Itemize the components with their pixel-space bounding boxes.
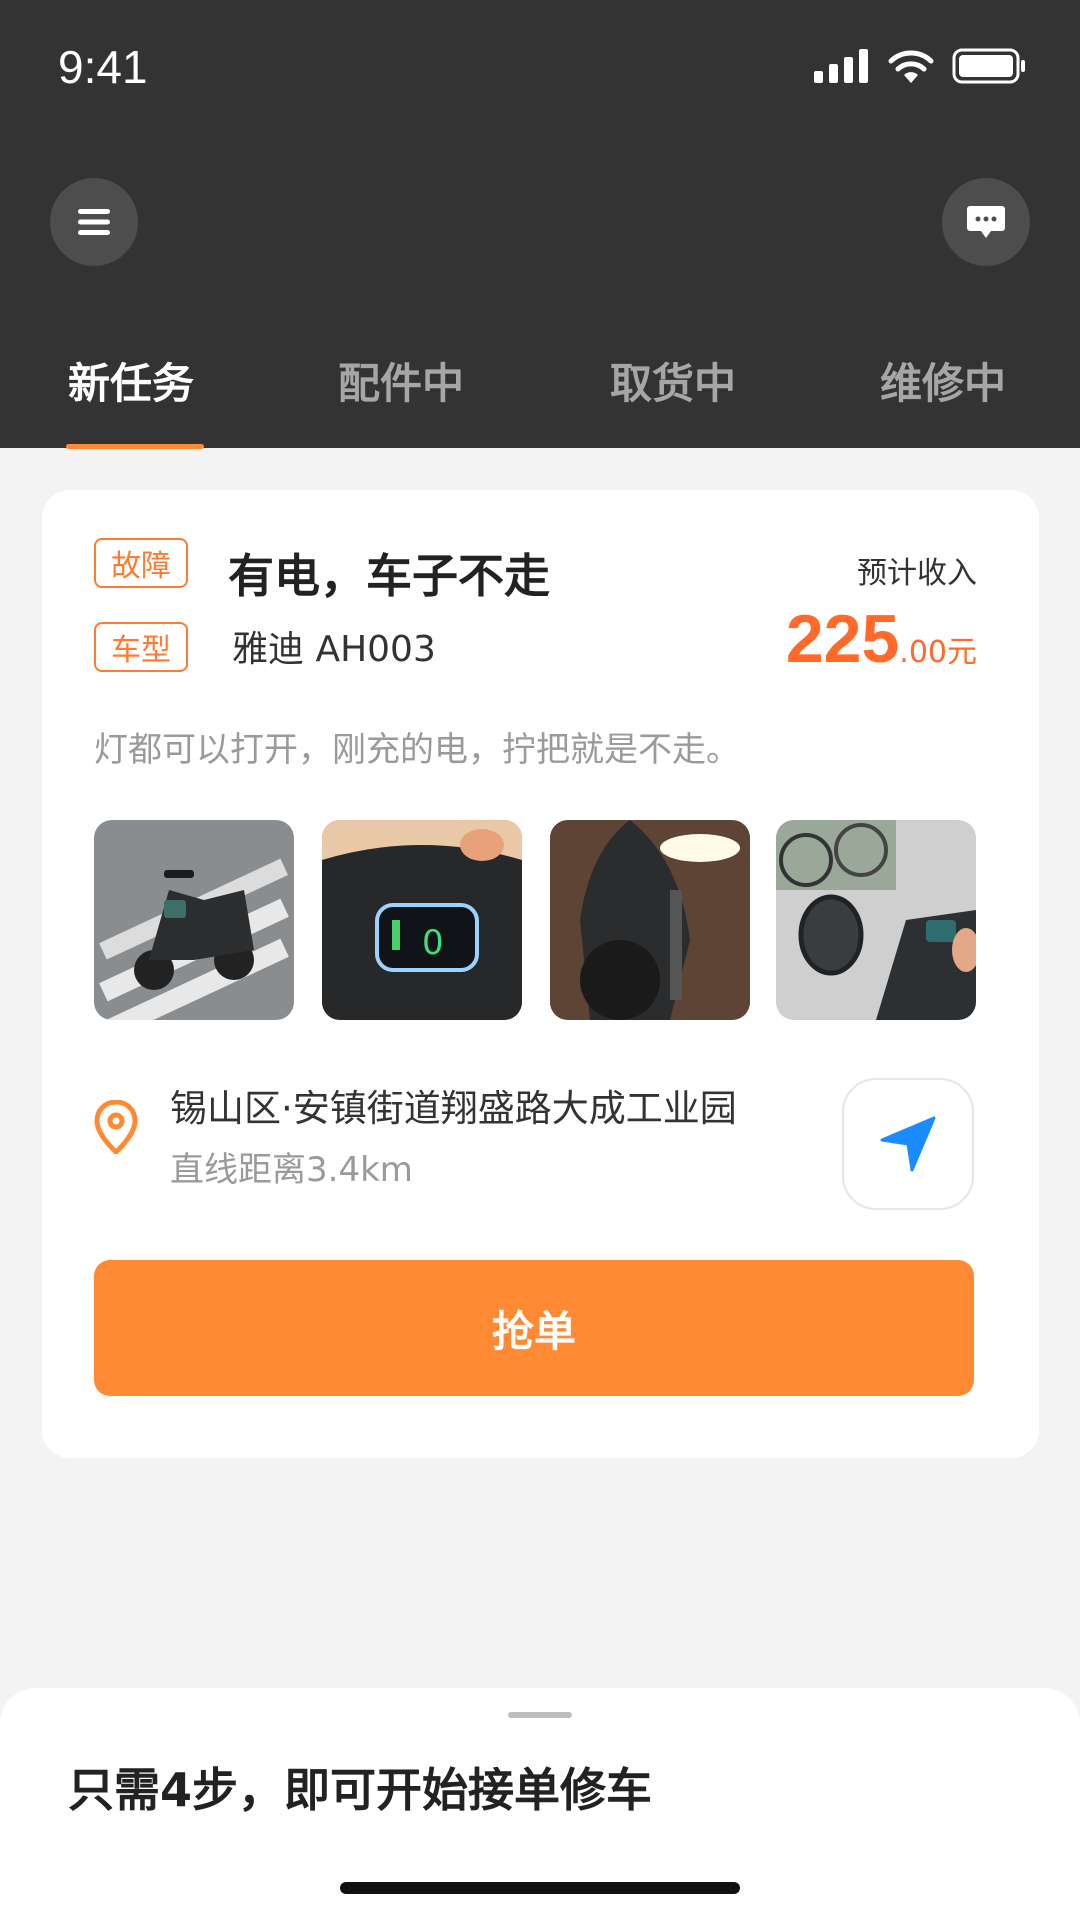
tab-bar: 新任务 配件中 取货中 维修中 [0,350,1080,448]
scooter-dashboard-photo[interactable]: 0 [322,820,522,1020]
svg-text:0: 0 [422,923,444,963]
tab-indicator [66,444,204,449]
sheet-drag-handle[interactable] [508,1712,572,1718]
message-button[interactable] [942,178,1030,266]
tab-pickup[interactable]: 取货中 [610,350,736,411]
navigation-arrow-icon [880,1116,936,1172]
header-bar: 9:41 新任务 配件中 取货中 维修中 [0,0,1080,449]
tab-parts[interactable]: 配件中 [338,350,464,411]
model-tag: 车型 [94,622,188,672]
battery-icon [952,48,1025,84]
tab-new-task[interactable]: 新任务 [68,350,194,411]
task-title: 有电，车子不走 [228,549,550,603]
menu-button[interactable] [50,178,138,266]
onboarding-sheet[interactable]: 只需4步，即可开始接单修车 [0,1688,1080,1920]
vehicle-model: 雅迪 AH003 [232,629,436,670]
status-icons [814,48,1028,84]
income-price: 225 .00元 [786,600,977,678]
task-distance: 直线距离3.4km [170,1150,413,1190]
task-address: 锡山区·安镇街道翔盛路大成工业园 [170,1087,737,1130]
tab-repairing[interactable]: 维修中 [880,350,1006,411]
status-time: 9:41 [58,41,148,93]
navigate-button[interactable] [842,1078,974,1210]
signal-icon [814,49,868,83]
location-pin-icon [94,1100,138,1154]
menu-icon [78,209,110,235]
sheet-title: 只需4步，即可开始接单修车 [68,1763,653,1817]
scooter-headlight-photo[interactable] [550,820,750,1020]
task-card[interactable]: 故障 有电，车子不走 车型 雅迪 AH003 预计收入 225 .00元 灯都可… [42,490,1039,1458]
fault-tag: 故障 [94,538,188,588]
price-decimal: .00元 [899,635,977,670]
home-indicator [340,1882,740,1894]
price-integer: 225 [785,601,900,677]
income-label: 预计收入 [857,556,977,591]
message-icon [967,206,1005,238]
grab-order-button[interactable]: 抢单 [94,1260,974,1396]
wifi-icon [888,50,934,83]
scooter-handlebar-photo[interactable] [776,820,976,1020]
scooter-crosswalk-photo[interactable] [94,820,294,1020]
fault-description: 灯都可以打开，刚充的电，拧把就是不走。 [94,730,740,770]
